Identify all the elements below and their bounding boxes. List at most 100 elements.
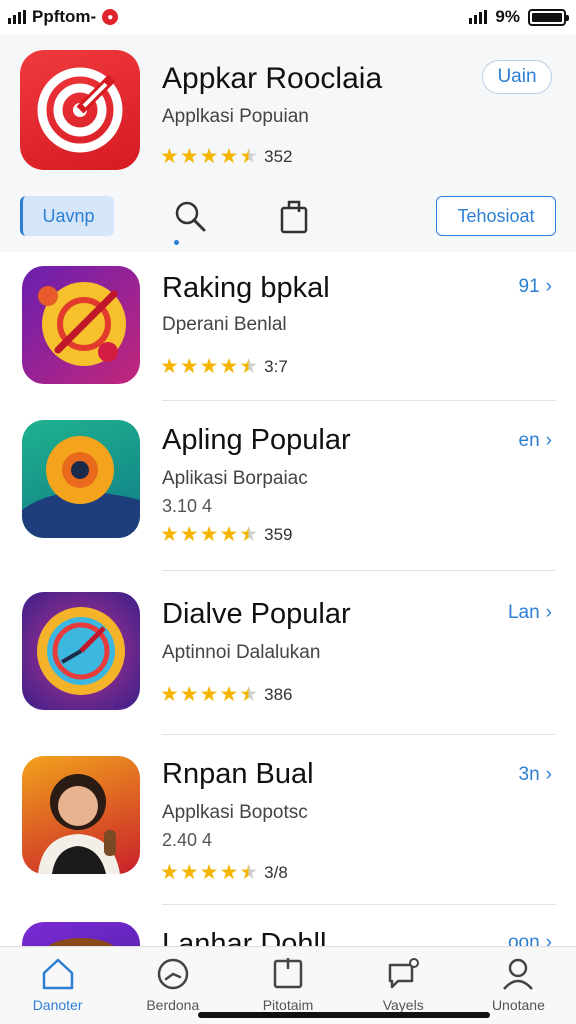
app-version: 2.40 4 (162, 830, 213, 850)
star-icon: ★ (160, 523, 179, 546)
tab-label: Danoter (32, 997, 83, 1013)
star-rating-icon: ★ ★ ★ ★ ★ (160, 524, 258, 545)
star-icon: ★ (199, 145, 219, 168)
featured-app-icon[interactable] (20, 50, 140, 170)
app-subtitle: Dperani Benlal (162, 314, 287, 335)
chevron-right-icon: › (545, 276, 552, 297)
tab-label: Unotane (491, 997, 545, 1013)
control-row: Uavnp Tehosioat (0, 196, 576, 252)
search-icon (175, 201, 206, 232)
star-icon: ★ (239, 683, 259, 706)
star-icon: ★ (219, 861, 239, 884)
app-version: 3.10 4 (162, 496, 213, 516)
star-icon: ★ (239, 861, 259, 884)
star-icon: ★ (219, 145, 239, 168)
map-pin-icon (22, 436, 140, 538)
rating-count: 3/8 (264, 862, 288, 882)
star-icon: ★ (239, 355, 259, 378)
star-icon: ★ (239, 145, 259, 168)
active-indicator-dot (174, 240, 179, 245)
list-item[interactable]: Lanhar Dohll oon › (0, 906, 576, 946)
person-avatar-icon (38, 774, 120, 874)
app-action-label: 91 (518, 276, 540, 297)
app-title: Dialve Popular (162, 598, 351, 630)
share-button[interactable] (272, 196, 316, 236)
chevron-right-icon: › (545, 764, 552, 785)
app-action-button[interactable]: Lan › (508, 602, 552, 624)
featured-app-title: Appkar Rooclaia (162, 62, 383, 95)
featured-rating: ★ ★ ★ ★ ★ 352 (160, 146, 293, 167)
star-icon: ★ (219, 355, 239, 378)
coffee-cup-icon (48, 938, 114, 946)
recording-indicator-icon: ● (102, 9, 119, 25)
app-icon-dialve[interactable] (22, 592, 140, 710)
app-action-label: Lan (507, 602, 540, 623)
app-icon-raking[interactable] (22, 266, 140, 384)
profile-icon (503, 958, 534, 990)
app-action-label: 3n (518, 764, 540, 785)
cell-signal-icon-right (469, 10, 488, 24)
star-icon: ★ (179, 861, 199, 884)
app-subtitle: Aplikasi Borpaiac (162, 468, 308, 489)
clock-target-icon (37, 607, 125, 695)
star-rating-icon: ★ ★ ★ ★ ★ (160, 684, 258, 705)
star-icon: ★ (179, 683, 199, 706)
chevron-right-icon: › (545, 602, 552, 623)
row-divider (162, 734, 556, 735)
app-title: Apling Popular (162, 424, 351, 456)
app-icon-apling[interactable] (22, 420, 140, 538)
featured-open-button[interactable]: Uain (482, 60, 552, 94)
star-icon: ★ (199, 355, 219, 378)
app-title: Lanhar Dohll (162, 928, 327, 946)
chevron-right-icon: › (545, 932, 552, 946)
star-icon: ★ (179, 523, 199, 546)
rating-count: 352 (264, 146, 293, 166)
app-action-button[interactable]: 3n › (519, 764, 552, 786)
star-icon: ★ (160, 145, 179, 168)
star-icon: ★ (219, 683, 239, 706)
app-subtitle: Applkasi Bopotsc (162, 802, 308, 823)
app-icon-rnpan[interactable] (22, 756, 140, 874)
app-action-button[interactable]: oon › (508, 932, 552, 946)
star-rating-icon: ★ ★ ★ ★ ★ (160, 862, 258, 883)
app-rating: ★ ★ ★ ★ ★ 3:7 (160, 356, 288, 377)
tab-home[interactable]: Danoter (0, 947, 115, 1024)
star-icon: ★ (179, 355, 199, 378)
app-action-label: oon (507, 932, 540, 946)
app-action-button[interactable]: en › (519, 430, 552, 452)
row-divider (162, 400, 556, 401)
featured-app-subtitle: Applkasi Popuian (162, 106, 309, 127)
target-logo-icon (37, 67, 123, 153)
star-icon: ★ (160, 861, 179, 884)
app-action-button[interactable]: 91 › (519, 276, 552, 298)
search-button[interactable] (168, 196, 212, 236)
star-icon: ★ (160, 683, 179, 706)
row-divider (162, 904, 556, 905)
rating-count: 3:7 (264, 356, 288, 376)
tab-label: Berdona (146, 997, 200, 1013)
star-icon: ★ (199, 861, 219, 884)
clock-icon (157, 958, 189, 990)
star-icon: ★ (179, 145, 199, 168)
tab-label: Vayels (382, 997, 424, 1013)
app-subtitle: Aptinnoi Dalalukan (162, 642, 321, 663)
chevron-right-icon: › (545, 430, 552, 451)
star-icon: ★ (219, 523, 239, 546)
list-item[interactable]: Dialve Popular Aptinnoi Dalalukan ★ ★ ★ ★ ★ … (0, 572, 576, 736)
app-icon-lanhar[interactable] (22, 922, 140, 946)
row-divider (162, 570, 556, 571)
star-icon: ★ (199, 683, 219, 706)
battery-icon (528, 8, 569, 26)
app-rating: ★ ★ ★ ★ ★ 3/8 (160, 862, 288, 883)
app-rating: ★ ★ ★ ★ ★ 359 (160, 524, 293, 545)
app-action-label: en (518, 430, 540, 451)
star-icon: ★ (160, 355, 179, 378)
list-item[interactable]: Rnpan Bual Applkasi Bopotsc 2.40 4 ★ ★ ★ ★ ★… (0, 736, 576, 906)
app-title: Raking bpkal (162, 272, 330, 304)
list-item[interactable]: Raking bpkal Dperani Benlal ★ ★ ★ ★ ★ 3:7 91… (0, 252, 576, 402)
list-item[interactable]: Apling Popular Aplikasi Borpaiac 3.10 4 … (0, 402, 576, 572)
segment-button-left[interactable]: Uavnp (20, 196, 114, 236)
carrier-label: Ppftom- (32, 7, 97, 26)
segment-button-right[interactable]: Tehosioat (436, 196, 556, 236)
guitar-target-icon (38, 282, 126, 366)
